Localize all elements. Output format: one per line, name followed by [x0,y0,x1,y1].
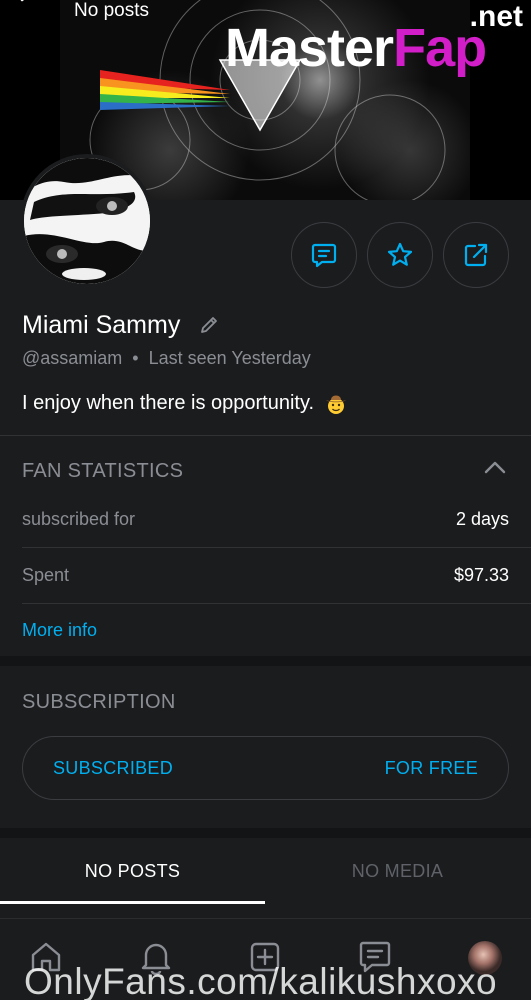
tab-media[interactable]: NO MEDIA [265,860,530,882]
message-icon [311,243,337,268]
stat-label-spent: Spent [22,565,70,585]
back-arrow-icon[interactable] [18,0,46,10]
message-button[interactable] [291,222,357,288]
divider [22,547,531,548]
last-seen: Last seen Yesterday [148,348,311,368]
divider [0,435,531,436]
fan-statistics-title: FAN STATISTICS [22,460,184,482]
share-button[interactable] [443,222,509,288]
cowboy-face-emoji [326,395,347,414]
profile-handle: @assamiam [22,348,123,368]
avatar-image [24,158,150,284]
chevron-up-icon[interactable] [484,460,506,474]
subscription-price: FOR FREE [384,758,478,778]
more-info-link[interactable]: More info [22,619,97,641]
subscription-button[interactable]: SUBSCRIBED FOR FREE [22,736,509,800]
bio-text: I enjoy when there is opportunity. [22,392,315,414]
profile-page: No posts MasterFap .net Miami Sammy @ass… [0,0,531,1000]
star-icon [387,242,413,266]
divider [22,603,531,604]
profile-name: Miami Sammy [22,311,181,339]
watermark-url: OnlyFans.com/kalikushxoxo [24,961,498,1000]
section-separator [0,656,531,666]
profile-bio: I enjoy when there is opportunity. [22,390,348,416]
stat-label-subscribed: subscribed for [22,509,136,529]
share-icon [464,243,488,267]
stat-value-subscribed: 2 days [455,509,509,529]
avatar[interactable] [20,154,154,288]
pencil-icon[interactable] [198,314,220,336]
tab-posts[interactable]: NO POSTS [0,860,265,882]
page-title: No posts [74,0,149,21]
subscription-status: SUBSCRIBED [53,758,174,778]
active-tab-indicator [0,901,265,904]
stat-value-spent: $97.33 [453,565,509,585]
profile-meta: @assamiam • Last seen Yesterday [22,346,311,370]
section-separator [0,828,531,838]
favorite-button[interactable] [367,222,433,288]
subscription-title: SUBSCRIPTION [22,691,176,713]
separator-dot: • [132,348,139,368]
